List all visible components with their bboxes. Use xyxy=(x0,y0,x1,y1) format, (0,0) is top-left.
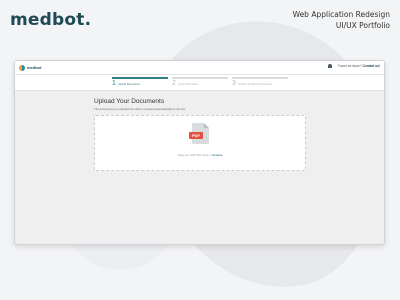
pdf-file-icon: PDF xyxy=(189,123,209,144)
bell-icon[interactable] xyxy=(328,64,333,68)
page-subtitle: The documents you upload here will be re… xyxy=(94,107,186,111)
browse-link[interactable]: browse xyxy=(213,153,223,157)
step-label: Verify Information xyxy=(177,82,199,86)
step-confirm-submit[interactable]: 3 Confirm & Submit Documents xyxy=(232,77,288,89)
page-title: Upload Your Documents xyxy=(94,98,165,105)
brand-logo: medbot. xyxy=(10,10,92,30)
progress-stepper: 1 Upload Documents 2 Verify Information … xyxy=(15,75,384,91)
help-text: Faced an issue? xyxy=(338,64,362,68)
step-progress-bar xyxy=(232,77,288,79)
step-progress-bar xyxy=(172,77,228,79)
portfolio-subtitle: UI/UX Portfolio xyxy=(335,21,390,30)
contact-us-link[interactable]: Contact us! xyxy=(362,64,380,68)
step-label: Confirm & Submit Documents xyxy=(237,82,273,86)
file-dropzone[interactable]: PDF Drag your PDF files here or browse xyxy=(94,115,306,171)
portfolio-title: Web Application Redesign xyxy=(292,10,390,19)
step-number: 2 xyxy=(172,80,176,87)
pdf-tag: PDF xyxy=(189,132,203,139)
step-label: Upload Documents xyxy=(117,82,140,86)
top-bar-actions: Faced an issue? Contact us! xyxy=(328,64,380,68)
app-top-bar: medbot Faced an issue? Contact us! xyxy=(15,61,384,75)
step-progress-bar xyxy=(112,77,168,79)
step-number: 3 xyxy=(232,80,236,87)
app-logo-text[interactable]: medbot xyxy=(27,65,41,70)
dropzone-text: Drag your PDF files here or browse xyxy=(95,153,305,157)
step-verify-information[interactable]: 2 Verify Information xyxy=(172,77,228,89)
drop-instructions: Drag your PDF files here or xyxy=(177,153,212,157)
app-window: medbot Faced an issue? Contact us! 1 Upl… xyxy=(14,60,385,245)
portfolio-caption: Web Application Redesign UI/UX Portfolio xyxy=(293,9,390,31)
app-logo-icon[interactable] xyxy=(19,64,25,71)
step-upload-documents[interactable]: 1 Upload Documents xyxy=(112,77,168,89)
step-number: 1 xyxy=(112,80,116,87)
